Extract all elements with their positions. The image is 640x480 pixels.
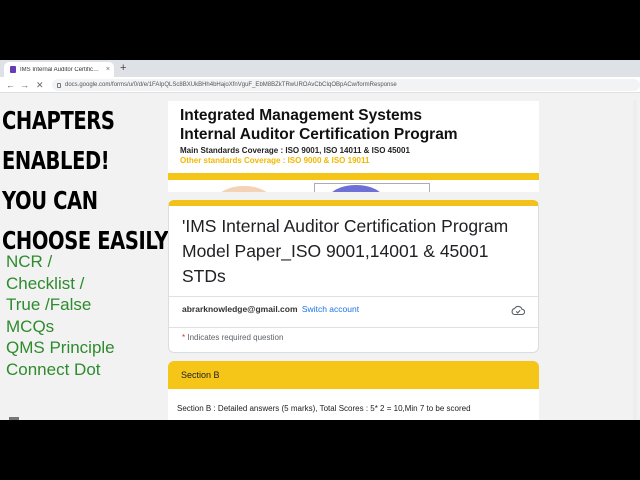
new-tab-button[interactable]: +: [120, 62, 126, 75]
account-row: abrarknowledge@gmail.com Switch account: [182, 304, 359, 314]
url-text: docs.google.com/forms/u/0/d/e/1FAIpQLSc8…: [65, 82, 397, 88]
switch-account-link[interactable]: Switch account: [302, 304, 359, 314]
required-notice: * Indicates required question: [182, 333, 283, 342]
page-scrollbar[interactable]: [633, 100, 637, 420]
cloud-save-icon[interactable]: [511, 304, 525, 316]
topic-line: QMS Principle: [6, 338, 115, 358]
headline-line: CHAPTERS: [2, 106, 115, 135]
back-arrow-icon[interactable]: ←: [6, 78, 15, 92]
form-title-card: 'IMS Internal Auditor Certification Prog…: [168, 200, 539, 353]
headline-line: ENABLED!: [2, 146, 110, 175]
topic-line: Connect Dot: [6, 359, 101, 379]
stop-loading-icon[interactable]: ✕: [36, 78, 44, 92]
lock-icon: [57, 82, 61, 88]
google-forms-icon: [10, 66, 16, 73]
form-header-image: Integrated Management Systems Internal A…: [168, 101, 539, 192]
divider: [169, 296, 538, 297]
banner-stripe: [168, 173, 539, 180]
topic-line: Checklist /: [6, 273, 85, 293]
topic-line: MCQs: [6, 316, 55, 336]
banner-other-standards: Other standards Coverage : ISO 9000 & IS…: [180, 156, 370, 165]
banner-title-line1: Integrated Management Systems: [180, 107, 423, 124]
forward-arrow-icon[interactable]: →: [20, 78, 29, 92]
topic-line: True /False: [6, 295, 92, 315]
headline-line: YOU CAN: [2, 186, 98, 215]
address-bar[interactable]: docs.google.com/forms/u/0/d/e/1FAIpQLSc8…: [52, 79, 640, 91]
topics-overlay: NCR / Checklist / True /False MCQs QMS P…: [6, 251, 115, 381]
account-email: abrarknowledge@gmail.com: [182, 304, 298, 314]
tab-title: IMS Internal Auditor Certificatio: [20, 66, 102, 73]
section-description-card: Section B : Detailed answers (5 marks), …: [168, 389, 539, 420]
browser-tab[interactable]: IMS Internal Auditor Certificatio ×: [4, 62, 114, 77]
browser-toolbar: ← → ✕ docs.google.com/forms/u/0/d/e/1FAI…: [0, 77, 640, 93]
video-frame: IMS Internal Auditor Certificatio × + ← …: [0, 0, 640, 480]
required-text: Indicates required question: [187, 333, 284, 342]
topic-line: NCR /: [6, 252, 53, 271]
chapters-overlay: CHAPTERS ENABLED! YOU CAN CHOOSE EASILY!: [2, 101, 177, 261]
browser-window: IMS Internal Auditor Certificatio × + ← …: [0, 60, 640, 420]
section-header: Section B: [168, 361, 539, 389]
section-title: Section B: [181, 370, 220, 380]
section-description: Section B : Detailed answers (5 marks), …: [177, 404, 471, 413]
banner-title-line2: Internal Auditor Certification Program: [180, 126, 458, 143]
banner-main-standards: Main Standards Coverage : ISO 9001, ISO …: [180, 146, 410, 155]
scroll-marker: [9, 417, 19, 420]
logo-shape: [216, 186, 272, 192]
tab-bar: IMS Internal Auditor Certificatio × +: [0, 60, 640, 77]
close-tab-icon[interactable]: ×: [106, 66, 114, 73]
form-title: 'IMS Internal Auditor Certification Prog…: [182, 216, 509, 286]
divider: [169, 327, 538, 328]
